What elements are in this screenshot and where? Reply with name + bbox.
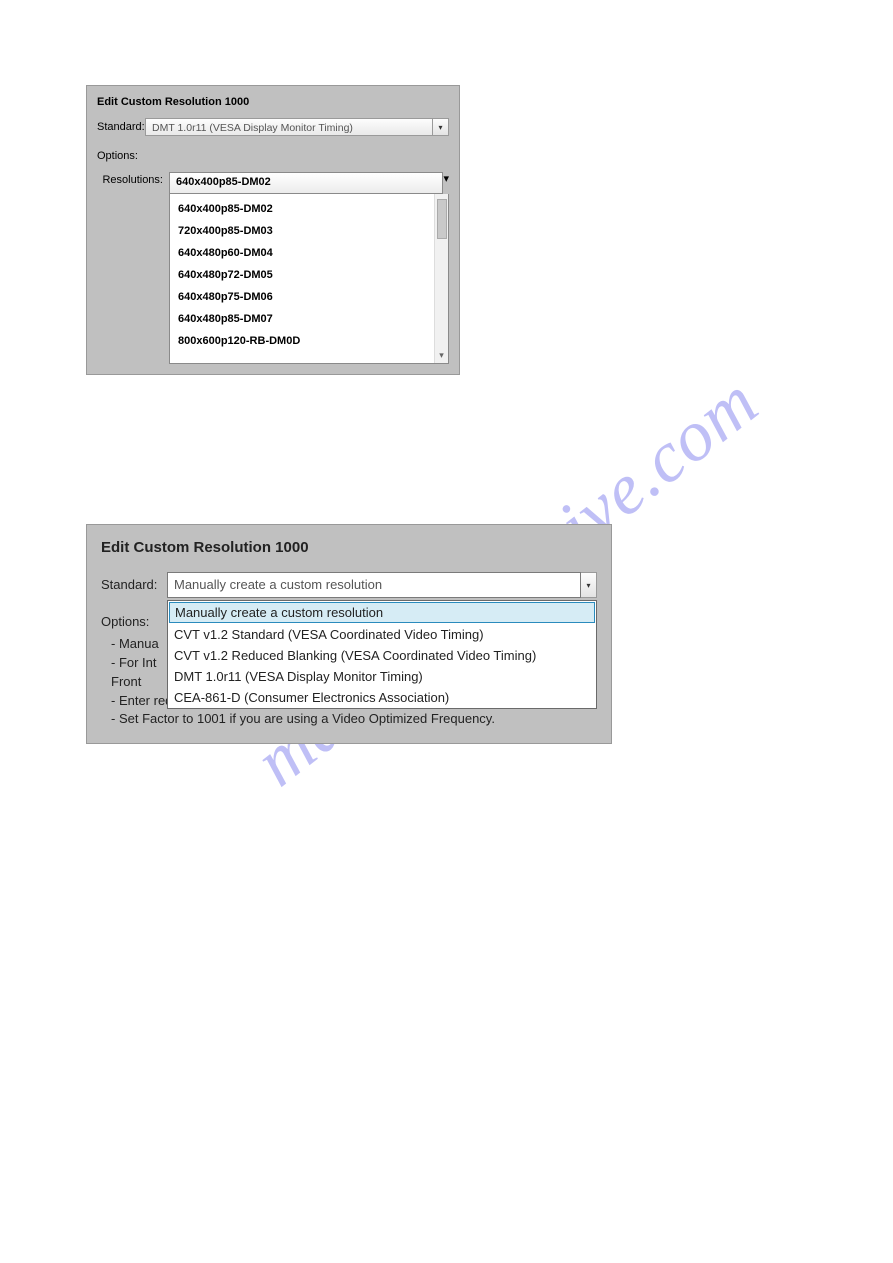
panel2-title: Edit Custom Resolution 1000 — [101, 537, 597, 572]
standard-select-value: DMT 1.0r11 (VESA Display Monitor Timing) — [145, 118, 433, 136]
dropdown-option[interactable]: CVT v1.2 Reduced Blanking (VESA Coordina… — [168, 645, 596, 666]
list-item[interactable]: 640x480p60-DM04 — [170, 242, 434, 264]
scroll-down-icon[interactable]: ▾ — [439, 350, 444, 361]
scrollbar-thumb[interactable] — [437, 199, 447, 239]
standard-select-2[interactable]: Manually create a custom resolution ▾ — [167, 572, 597, 598]
resolutions-label: Resolutions: — [97, 172, 169, 364]
chevron-down-icon[interactable]: ▾ — [581, 572, 597, 598]
list-item[interactable]: 640x480p75-DM06 — [170, 286, 434, 308]
dropdown-option[interactable]: CVT v1.2 Standard (VESA Coordinated Vide… — [168, 624, 596, 645]
resolutions-dropdown-list: 640x400p85-DM02 720x400p85-DM03 640x480p… — [169, 194, 449, 364]
resolutions-combobox[interactable]: 640x400p85-DM02 ▾ 640x400p85-DM02 720x40… — [169, 172, 449, 364]
dropdown-option[interactable]: CEA-861-D (Consumer Electronics Associat… — [168, 687, 596, 708]
dropdown-option[interactable]: Manually create a custom resolution — [169, 602, 595, 623]
resolutions-selected-value: 640x400p85-DM02 — [169, 172, 443, 194]
standard-select-value-2: Manually create a custom resolution — [167, 572, 581, 598]
chevron-down-icon[interactable]: ▾ — [433, 118, 449, 136]
bullet-line: - Set Factor to 1001 if you are using a … — [111, 710, 597, 729]
edit-resolution-panel-2: Edit Custom Resolution 1000 Standard: Ma… — [86, 524, 612, 744]
standard-select[interactable]: DMT 1.0r11 (VESA Display Monitor Timing)… — [145, 118, 449, 136]
resolutions-row: Resolutions: 640x400p85-DM02 ▾ 640x400p8… — [97, 172, 449, 364]
options-label: Options: — [97, 142, 449, 172]
list-item[interactable]: 720x400p85-DM03 — [170, 220, 434, 242]
standard-label-2: Standard: — [101, 572, 167, 598]
edit-resolution-panel-1: Edit Custom Resolution 1000 Standard: DM… — [86, 85, 460, 375]
standard-row-2: Standard: Manually create a custom resol… — [101, 572, 597, 598]
standard-dropdown-list: Manually create a custom resolution CVT … — [167, 600, 597, 709]
panel1-title: Edit Custom Resolution 1000 — [97, 92, 449, 118]
standard-label: Standard: — [97, 121, 145, 133]
list-item[interactable]: 640x480p85-DM07 — [170, 308, 434, 330]
list-item[interactable]: 640x400p85-DM02 — [170, 198, 434, 220]
scrollbar[interactable]: ▴ ▾ — [434, 194, 448, 363]
list-item[interactable]: 640x480p72-DM05 — [170, 264, 434, 286]
chevron-down-icon[interactable]: ▾ — [443, 172, 449, 194]
dropdown-option[interactable]: DMT 1.0r11 (VESA Display Monitor Timing) — [168, 666, 596, 687]
list-item[interactable]: 800x600p120-RB-DM0D — [170, 330, 434, 352]
standard-row: Standard: DMT 1.0r11 (VESA Display Monit… — [97, 118, 449, 136]
